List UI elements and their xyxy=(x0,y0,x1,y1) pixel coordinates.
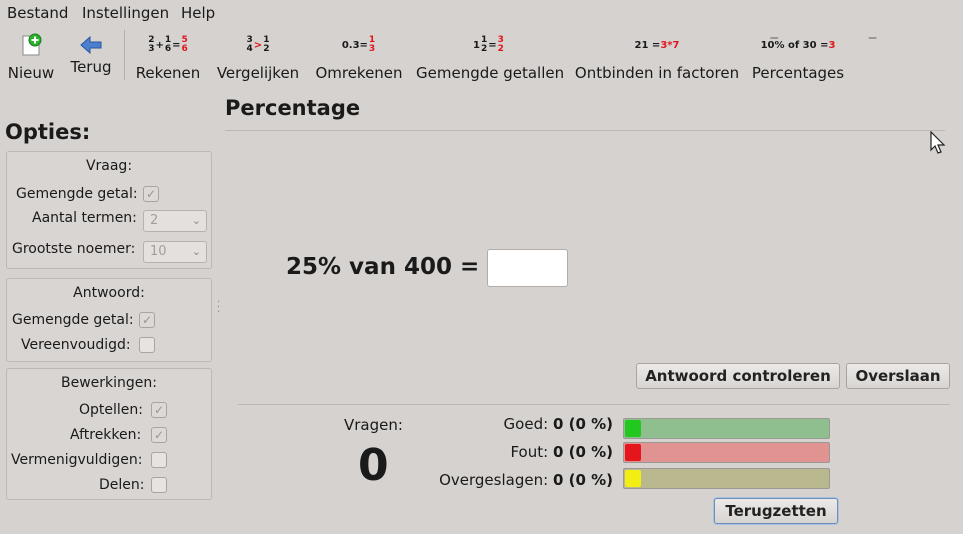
options-title: Opties: xyxy=(5,120,91,144)
question-mixed-label: Gemengde getal: xyxy=(16,186,138,202)
mode-omrekenen-label: Omrekenen xyxy=(315,64,403,82)
fraction-compare-icon: 34 > 12 xyxy=(246,32,877,58)
questions-label: Vragen: xyxy=(344,416,403,434)
menu-help[interactable]: Help xyxy=(181,4,215,22)
mode-percentages[interactable]: 10% of 30 = 3 Percentages xyxy=(750,26,846,88)
exercise-title: Percentage xyxy=(225,96,361,120)
fraction-addition-icon: 23 + 16 = 56 xyxy=(147,32,779,58)
skip-button[interactable]: Overslaan xyxy=(846,363,950,389)
question-options-title: Vraag: xyxy=(85,158,133,174)
wrong-stat: Fout: 0 (0 %) xyxy=(510,443,613,461)
mode-percentages-label: Percentages xyxy=(751,64,845,82)
check-icon: ✓ xyxy=(153,428,165,442)
panel-splitter-handle[interactable]: · · · xyxy=(217,298,221,320)
toolbar: Nieuw Terug 23 + 16 = 56 Rekenen 34 > 12… xyxy=(0,26,963,90)
mode-vergelijken[interactable]: 34 > 12 Vergelijken xyxy=(214,26,877,88)
title-divider xyxy=(225,130,945,131)
mode-ontbinden[interactable]: 21 = 3*7 Ontbinden in factoren xyxy=(574,26,740,88)
terms-label: Aantal termen: xyxy=(32,210,137,226)
operations-title: Bewerkingen: xyxy=(61,375,157,391)
mode-gemengde-getallen-label: Gemengde getallen xyxy=(416,64,565,82)
toolbar-separator xyxy=(124,30,125,80)
divide-label: Delen: xyxy=(99,477,145,493)
question-text: 25% van 400 = xyxy=(286,254,480,280)
new-label: Nieuw xyxy=(7,64,55,82)
check-icon: ✓ xyxy=(141,313,153,327)
arrow-left-icon xyxy=(79,32,103,58)
multiply-checkbox[interactable] xyxy=(151,452,167,468)
mixed-number-icon: 1 12 = 32 xyxy=(473,35,504,54)
terms-select[interactable]: 2 ⌄ xyxy=(143,210,207,232)
skipped-progress-bar xyxy=(623,468,830,489)
percentage-icon: 10% of 30 = 3 xyxy=(760,39,836,51)
denominator-label: Grootste noemer: xyxy=(12,241,136,257)
skipped-bar-fill xyxy=(625,470,641,487)
answer-options-title: Antwoord: xyxy=(73,285,145,301)
multiply-label: Vermenigvuldigen: xyxy=(11,452,143,468)
reset-button[interactable]: Terugzetten xyxy=(714,498,838,524)
simplified-checkbox[interactable] xyxy=(139,337,155,353)
denominator-select[interactable]: 10 ⌄ xyxy=(143,241,207,263)
operations-group: Bewerkingen: Optellen: ✓ Aftrekken: ✓ Ve… xyxy=(6,368,212,500)
correct-progress-bar xyxy=(623,418,830,439)
add-checkbox[interactable]: ✓ xyxy=(151,402,167,418)
questions-count: 0 xyxy=(358,440,389,491)
answer-input[interactable] xyxy=(487,249,568,287)
check-icon: ✓ xyxy=(153,403,165,417)
wrong-progress-bar xyxy=(623,442,830,463)
new-document-icon xyxy=(20,32,42,58)
menu-instellingen[interactable]: Instellingen xyxy=(82,4,169,22)
answer-options-group: Antwoord: Gemengde getal: ✓ Vereenvoudig… xyxy=(6,278,212,362)
chevron-down-icon: ⌄ xyxy=(191,214,201,227)
divide-checkbox[interactable] xyxy=(151,477,167,493)
decimal-fraction-icon: 0.3 = 13 xyxy=(341,35,376,54)
answer-mixed-label: Gemengde getal: xyxy=(12,312,134,328)
add-label: Optellen: xyxy=(79,402,143,418)
mode-rekenen[interactable]: 23 + 16 = 56 Rekenen xyxy=(132,26,779,88)
check-answer-button[interactable]: Antwoord controleren xyxy=(636,363,840,389)
mode-gemengde-getallen[interactable]: 1 12 = 32 Gemengde getallen xyxy=(416,26,565,88)
correct-stat: Goed: 0 (0 %) xyxy=(503,415,613,433)
correct-bar-fill xyxy=(625,420,641,437)
back-label: Terug xyxy=(70,58,112,76)
back-button[interactable]: Terug xyxy=(66,26,116,88)
mode-ontbinden-label: Ontbinden in factoren xyxy=(574,64,740,82)
stats-divider xyxy=(238,404,950,405)
menu-bar: Bestand Instellingen Help xyxy=(0,0,963,26)
factorization-icon: 21 = 3*7 xyxy=(634,39,680,51)
question-options-group: Vraag: Gemengde getal: ✓ Aantal termen: … xyxy=(6,151,212,269)
wrong-bar-fill xyxy=(625,444,641,461)
menu-bestand[interactable]: Bestand xyxy=(7,4,68,22)
chevron-down-icon: ⌄ xyxy=(191,245,201,258)
simplified-label: Vereenvoudigd: xyxy=(21,337,131,353)
check-icon: ✓ xyxy=(145,187,157,201)
mode-rekenen-label: Rekenen xyxy=(135,64,201,82)
new-button[interactable]: Nieuw xyxy=(4,26,58,88)
question-mixed-checkbox[interactable]: ✓ xyxy=(143,186,159,202)
subtract-label: Aftrekken: xyxy=(70,427,142,443)
mode-omrekenen[interactable]: 0.3 = 13 Omrekenen xyxy=(314,26,404,88)
mode-vergelijken-label: Vergelijken xyxy=(216,64,300,82)
skipped-stat: Overgeslagen: 0 (0 %) xyxy=(439,471,613,489)
subtract-checkbox[interactable]: ✓ xyxy=(151,427,167,443)
answer-mixed-checkbox[interactable]: ✓ xyxy=(139,312,155,328)
